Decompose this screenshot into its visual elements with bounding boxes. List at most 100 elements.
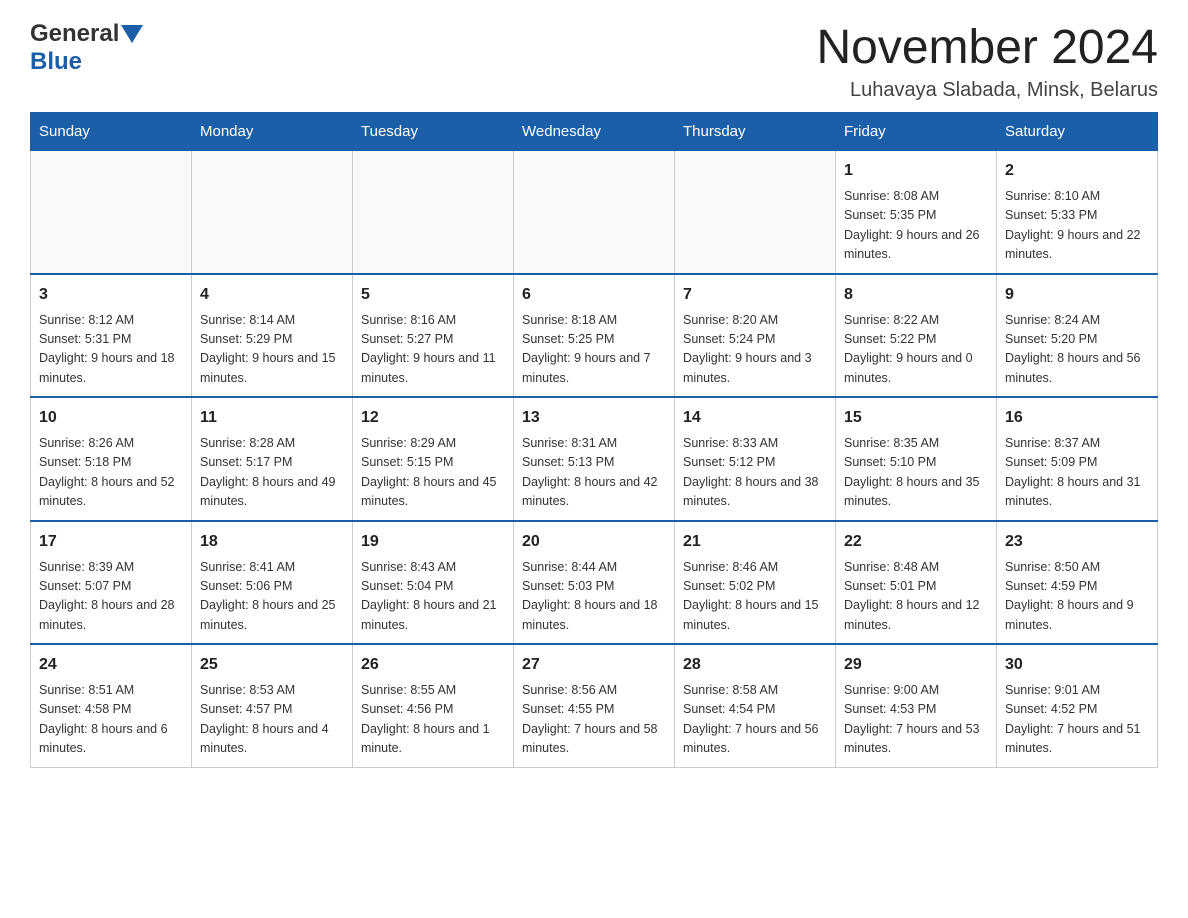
day-info: Sunrise: 8:48 AMSunset: 5:01 PMDaylight:… [844, 558, 988, 636]
day-info: Sunrise: 8:51 AMSunset: 4:58 PMDaylight:… [39, 681, 183, 759]
day-cell: 10Sunrise: 8:26 AMSunset: 5:18 PMDayligh… [31, 397, 192, 521]
day-info: Sunrise: 8:44 AMSunset: 5:03 PMDaylight:… [522, 558, 666, 636]
week-row-5: 24 Sunrise: 8:51 AMSunset: 4:58 PMDayligh… [31, 644, 1158, 767]
day-number: 26 [361, 653, 505, 677]
day-info: Sunrise: 8:16 AMSunset: 5:27 PMDaylight:… [361, 311, 505, 389]
day-info: Sunrise: 8:08 AMSunset: 5:35 PMDaylight:… [844, 187, 988, 265]
day-info: Sunrise: 8:24 AMSunset: 5:20 PMDaylight:… [1005, 311, 1149, 389]
logo-blue-text: Blue [30, 48, 82, 75]
day-number: 29 [844, 653, 988, 677]
day-number: 3 [39, 283, 183, 307]
day-cell: 1 Sunrise: 8:08 AMSunset: 5:35 PMDaylight… [836, 151, 997, 274]
day-number: 4 [200, 283, 344, 307]
logo-general-text: General [30, 20, 119, 48]
day-info: Sunrise: 8:53 AMSunset: 4:57 PMDaylight:… [200, 681, 344, 759]
day-cell: 13 Sunrise: 8:31 AMSunset: 5:13 PMDayligh… [514, 397, 675, 521]
day-cell: 27 Sunrise: 8:56 AMSunset: 4:55 PMDayligh… [514, 644, 675, 767]
day-number: 21 [683, 530, 827, 554]
day-cell: 22 Sunrise: 8:48 AMSunset: 5:01 PMDayligh… [836, 521, 997, 645]
day-cell: 8Sunrise: 8:22 AMSunset: 5:22 PMDaylight… [836, 274, 997, 398]
day-cell: 11Sunrise: 8:28 AMSunset: 5:17 PMDayligh… [192, 397, 353, 521]
header-monday: Monday [192, 113, 353, 151]
day-cell [31, 151, 192, 274]
day-info: Sunrise: 8:55 AMSunset: 4:56 PMDaylight:… [361, 681, 505, 759]
day-info: Sunrise: 8:46 AMSunset: 5:02 PMDaylight:… [683, 558, 827, 636]
day-number: 27 [522, 653, 666, 677]
day-number: 11 [200, 406, 344, 430]
title-section: November 2024 Luhavaya Slabada, Minsk, B… [816, 20, 1158, 102]
day-number: 23 [1005, 530, 1149, 554]
day-cell: 5 Sunrise: 8:16 AMSunset: 5:27 PMDaylight… [353, 274, 514, 398]
day-info: Sunrise: 8:18 AMSunset: 5:25 PMDaylight:… [522, 311, 666, 389]
day-info: Sunrise: 8:29 AMSunset: 5:15 PMDaylight:… [361, 434, 505, 512]
day-number: 14 [683, 406, 827, 430]
day-number: 7 [683, 283, 827, 307]
day-cell: 23 Sunrise: 8:50 AMSunset: 4:59 PMDayligh… [997, 521, 1158, 645]
day-cell: 21 Sunrise: 8:46 AMSunset: 5:02 PMDayligh… [675, 521, 836, 645]
day-cell [353, 151, 514, 274]
day-cell [675, 151, 836, 274]
day-info: Sunrise: 8:41 AMSunset: 5:06 PMDaylight:… [200, 558, 344, 636]
day-number: 22 [844, 530, 988, 554]
day-number: 1 [844, 159, 988, 183]
day-number: 17 [39, 530, 183, 554]
day-info: Sunrise: 8:33 AMSunset: 5:12 PMDaylight:… [683, 434, 827, 512]
day-number: 2 [1005, 159, 1149, 183]
day-cell: 17 Sunrise: 8:39 AMSunset: 5:07 PMDayligh… [31, 521, 192, 645]
day-number: 20 [522, 530, 666, 554]
week-row-1: 1 Sunrise: 8:08 AMSunset: 5:35 PMDaylight… [31, 151, 1158, 274]
page-header: General Blue November 2024 Luhavaya Slab… [30, 20, 1158, 102]
day-number: 5 [361, 283, 505, 307]
header-tuesday: Tuesday [353, 113, 514, 151]
day-cell: 4Sunrise: 8:14 AMSunset: 5:29 PMDaylight… [192, 274, 353, 398]
day-cell: 28 Sunrise: 8:58 AMSunset: 4:54 PMDayligh… [675, 644, 836, 767]
day-cell: 16 Sunrise: 8:37 AMSunset: 5:09 PMDayligh… [997, 397, 1158, 521]
day-number: 13 [522, 406, 666, 430]
day-cell: 14 Sunrise: 8:33 AMSunset: 5:12 PMDayligh… [675, 397, 836, 521]
day-info: Sunrise: 8:58 AMSunset: 4:54 PMDaylight:… [683, 681, 827, 759]
day-cell: 18 Sunrise: 8:41 AMSunset: 5:06 PMDayligh… [192, 521, 353, 645]
day-cell: 9 Sunrise: 8:24 AMSunset: 5:20 PMDaylight… [997, 274, 1158, 398]
week-row-2: 3Sunrise: 8:12 AMSunset: 5:31 PMDaylight… [31, 274, 1158, 398]
calendar-table: SundayMondayTuesdayWednesdayThursdayFrid… [30, 112, 1158, 768]
day-cell: 6 Sunrise: 8:18 AMSunset: 5:25 PMDaylight… [514, 274, 675, 398]
day-number: 6 [522, 283, 666, 307]
day-cell: 20 Sunrise: 8:44 AMSunset: 5:03 PMDayligh… [514, 521, 675, 645]
header-sunday: Sunday [31, 113, 192, 151]
day-number: 25 [200, 653, 344, 677]
day-number: 15 [844, 406, 988, 430]
day-info: Sunrise: 8:50 AMSunset: 4:59 PMDaylight:… [1005, 558, 1149, 636]
day-info: Sunrise: 8:31 AMSunset: 5:13 PMDaylight:… [522, 434, 666, 512]
day-cell: 24 Sunrise: 8:51 AMSunset: 4:58 PMDayligh… [31, 644, 192, 767]
day-info: Sunrise: 8:39 AMSunset: 5:07 PMDaylight:… [39, 558, 183, 636]
week-row-4: 17 Sunrise: 8:39 AMSunset: 5:07 PMDayligh… [31, 521, 1158, 645]
day-cell: 2 Sunrise: 8:10 AMSunset: 5:33 PMDaylight… [997, 151, 1158, 274]
calendar-title: November 2024 [816, 20, 1158, 75]
day-info: Sunrise: 8:35 AMSunset: 5:10 PMDaylight:… [844, 434, 988, 512]
day-info: Sunrise: 8:26 AMSunset: 5:18 PMDaylight:… [39, 434, 183, 512]
day-info: Sunrise: 8:43 AMSunset: 5:04 PMDaylight:… [361, 558, 505, 636]
day-cell: 25 Sunrise: 8:53 AMSunset: 4:57 PMDayligh… [192, 644, 353, 767]
header-thursday: Thursday [675, 113, 836, 151]
header-wednesday: Wednesday [514, 113, 675, 151]
day-number: 9 [1005, 283, 1149, 307]
day-info: Sunrise: 8:20 AMSunset: 5:24 PMDaylight:… [683, 311, 827, 389]
day-cell: 19 Sunrise: 8:43 AMSunset: 5:04 PMDayligh… [353, 521, 514, 645]
day-cell: 29Sunrise: 9:00 AMSunset: 4:53 PMDayligh… [836, 644, 997, 767]
day-number: 19 [361, 530, 505, 554]
week-row-3: 10Sunrise: 8:26 AMSunset: 5:18 PMDayligh… [31, 397, 1158, 521]
day-info: Sunrise: 8:10 AMSunset: 5:33 PMDaylight:… [1005, 187, 1149, 265]
day-number: 24 [39, 653, 183, 677]
day-number: 16 [1005, 406, 1149, 430]
day-cell: 26 Sunrise: 8:55 AMSunset: 4:56 PMDayligh… [353, 644, 514, 767]
day-cell: 3Sunrise: 8:12 AMSunset: 5:31 PMDaylight… [31, 274, 192, 398]
header-friday: Friday [836, 113, 997, 151]
day-number: 18 [200, 530, 344, 554]
day-number: 12 [361, 406, 505, 430]
day-number: 28 [683, 653, 827, 677]
day-info: Sunrise: 9:01 AMSunset: 4:52 PMDaylight:… [1005, 681, 1149, 759]
day-info: Sunrise: 8:56 AMSunset: 4:55 PMDaylight:… [522, 681, 666, 759]
day-info: Sunrise: 8:37 AMSunset: 5:09 PMDaylight:… [1005, 434, 1149, 512]
day-cell: 30Sunrise: 9:01 AMSunset: 4:52 PMDayligh… [997, 644, 1158, 767]
day-cell: 12 Sunrise: 8:29 AMSunset: 5:15 PMDayligh… [353, 397, 514, 521]
